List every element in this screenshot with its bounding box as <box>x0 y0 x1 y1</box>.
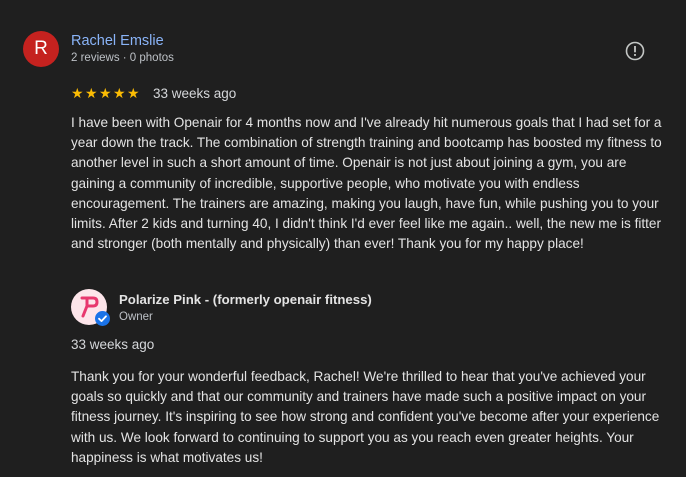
reviewer-meta: 2 reviews · 0 photos <box>71 52 174 64</box>
star-rating: ★ ★ ★ ★ ★ <box>71 85 141 101</box>
reviewer-avatar[interactable]: R <box>23 31 59 67</box>
star-icon: ★ <box>99 85 112 101</box>
owner-role: Owner <box>119 311 153 323</box>
owner-name: Polarize Pink - (formerly openair fitnes… <box>119 292 372 307</box>
rating-row: ★ ★ ★ ★ ★ 33 weeks ago <box>71 84 236 102</box>
report-icon[interactable] <box>624 40 646 62</box>
star-icon: ★ <box>85 85 98 101</box>
response-text: Thank you for your wonderful feedback, R… <box>71 369 660 465</box>
review-card: R Rachel Emslie 2 reviews · 0 photos ★ ★ ★… <box>0 0 686 477</box>
review-date: 33 weeks ago <box>153 85 237 101</box>
star-icon: ★ <box>71 85 84 101</box>
star-icon: ★ <box>113 85 126 101</box>
star-icon: ★ <box>127 85 140 101</box>
verified-badge-icon <box>95 311 110 326</box>
response-date: 33 weeks ago <box>71 337 155 352</box>
review-text: I have been with Openair for 4 months no… <box>71 115 662 252</box>
reviewer-name-link[interactable]: Rachel Emslie <box>71 33 164 49</box>
